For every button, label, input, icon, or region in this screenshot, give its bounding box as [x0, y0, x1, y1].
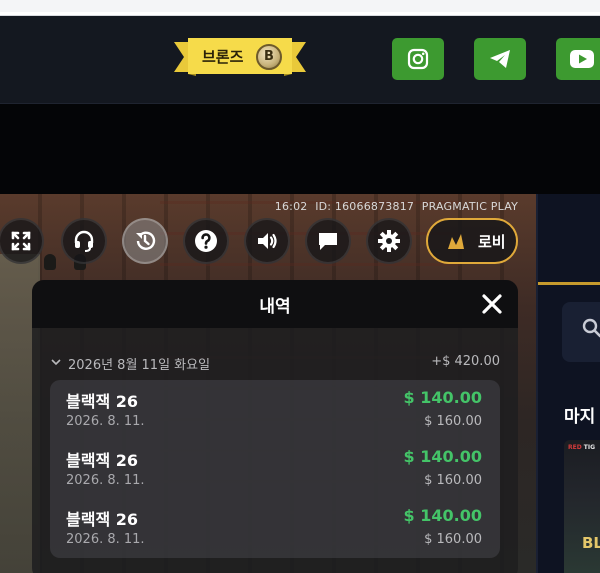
thumbnail-brand-red: RED: [568, 444, 582, 451]
chevron-down-icon: [51, 359, 61, 366]
thumbnail-brand-rest: TIG: [583, 444, 596, 451]
tier-coin-icon: B: [256, 44, 282, 70]
telegram-icon: [490, 50, 510, 68]
sidebar-section-heading: 마지: [564, 407, 596, 427]
game-provider: PRAGMATIC PLAY: [421, 200, 518, 213]
close-button[interactable]: [480, 292, 504, 316]
history-panel: 내역 2026년 8월 11일 화요일 +$ 420.00 블랙잭 26 202…: [32, 280, 518, 573]
history-item-win: $ 140.00: [403, 506, 482, 525]
history-item-game: 블랙잭 26: [66, 451, 138, 470]
gear-icon: [378, 230, 400, 252]
fullscreen-icon: [11, 231, 31, 251]
history-panel-title: 내역: [259, 297, 291, 317]
support-button[interactable]: [61, 218, 107, 264]
game-thumbnail[interactable]: [564, 440, 600, 573]
history-item-bet: $ 160.00: [424, 414, 482, 429]
site-header: 브론즈 B: [0, 16, 600, 104]
history-item-bet: $ 160.00: [424, 532, 482, 547]
youtube-icon: [570, 50, 594, 68]
history-item-game: 블랙잭 26: [66, 392, 138, 411]
history-item[interactable]: 블랙잭 26 2026. 8. 11. $ 140.00 $ 160.00: [50, 439, 500, 497]
tier-label: 브론즈: [202, 48, 244, 66]
tier-badge[interactable]: 브론즈 B: [174, 38, 306, 76]
fullscreen-button[interactable]: [0, 218, 44, 264]
volume-icon: [258, 233, 277, 249]
history-item[interactable]: 블랙잭 26 2026. 8. 11. $ 140.00 $ 160.00: [50, 380, 500, 438]
settings-button[interactable]: [366, 218, 412, 264]
instagram-button[interactable]: [392, 38, 444, 80]
help-button[interactable]: [183, 218, 229, 264]
close-icon: [482, 294, 502, 314]
chat-button[interactable]: [305, 218, 351, 264]
lobby-crown-icon: [448, 234, 464, 249]
game-round-id: ID: 16066873817: [315, 200, 415, 213]
history-item-date: 2026. 8. 11.: [66, 473, 145, 488]
sidebar-accent-line: [538, 282, 600, 285]
history-list: 블랙잭 26 2026. 8. 11. $ 140.00 $ 160.00 블랙…: [50, 380, 500, 558]
history-day-date: 2026년 8월 11일 화요일: [68, 358, 211, 373]
game-meta: 16:02 ID: 16066873817 PRAGMATIC PLAY: [271, 200, 518, 213]
browser-top-strip: [0, 0, 600, 16]
history-day-total: +$ 420.00: [431, 354, 500, 369]
game-controls: 로비: [0, 218, 536, 266]
history-day-group[interactable]: 2026년 8월 11일 화요일 +$ 420.00: [50, 354, 500, 374]
history-icon: [136, 231, 156, 250]
history-button[interactable]: [122, 218, 168, 264]
history-item-win: $ 140.00: [403, 447, 482, 466]
search-icon: [582, 318, 600, 338]
youtube-button[interactable]: [556, 38, 600, 80]
telegram-button[interactable]: [474, 38, 526, 80]
thumbnail-title: BL: [582, 534, 600, 552]
history-item-date: 2026. 8. 11.: [66, 532, 145, 547]
app-root: 브론즈 B 16:02 ID: 16066873817 PRAGMATIC PL…: [0, 0, 600, 573]
headset-icon: [74, 230, 94, 252]
header-spacer: [0, 104, 600, 194]
history-item[interactable]: 블랙잭 26 2026. 8. 11. $ 140.00 $ 160.00: [50, 498, 500, 556]
volume-button[interactable]: [244, 218, 290, 264]
right-sidebar: 마지 RED TIG BL: [536, 194, 600, 573]
help-icon: [195, 230, 217, 252]
instagram-icon: [407, 48, 429, 70]
history-item-game: 블랙잭 26: [66, 510, 138, 529]
history-item-bet: $ 160.00: [424, 473, 482, 488]
chat-icon: [319, 233, 337, 250]
thumbnail-brand: RED TIG: [568, 444, 595, 451]
history-item-win: $ 140.00: [403, 388, 482, 407]
history-item-date: 2026. 8. 11.: [66, 414, 145, 429]
game-time: 16:02: [274, 200, 308, 213]
lobby-button[interactable]: 로비: [426, 218, 518, 264]
lobby-label: 로비: [478, 232, 506, 251]
live-game-view[interactable]: 16:02 ID: 16066873817 PRAGMATIC PLAY 로비 …: [0, 194, 536, 573]
